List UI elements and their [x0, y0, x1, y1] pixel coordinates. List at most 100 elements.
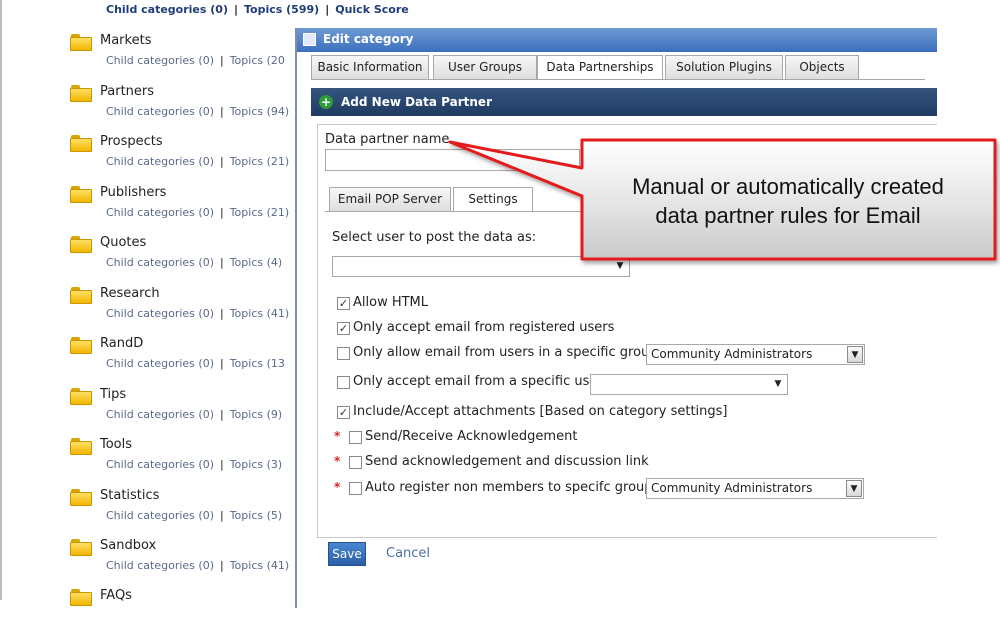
topics-link[interactable]: Topics (599): [244, 3, 319, 16]
auto-register-group-value: Community Administrators: [651, 481, 813, 495]
add-data-partner-header: + Add New Data Partner: [311, 88, 937, 116]
subtab-settings[interactable]: Settings: [453, 187, 533, 211]
category-meta: Child categories (0) | Topics (20: [106, 54, 285, 67]
specific-group-value: Community Administrators: [651, 347, 813, 361]
specific-group-checkbox[interactable]: [337, 347, 350, 360]
topics-link[interactable]: Topics (13: [230, 357, 285, 370]
category-name[interactable]: Tools: [100, 437, 132, 452]
data-partner-name-input[interactable]: [325, 149, 580, 171]
required-asterisk: *: [334, 480, 341, 494]
allow-html-checkbox[interactable]: ✓: [337, 297, 350, 310]
topics-link[interactable]: Topics (3): [230, 458, 282, 471]
category-item-quotes[interactable]: Quotes Child categories (0) | Topics (4): [70, 235, 300, 283]
topics-link[interactable]: Topics (41): [230, 307, 289, 320]
category-name[interactable]: Tips: [100, 387, 126, 402]
category-item-research[interactable]: Research Child categories (0) | Topics (41…: [70, 286, 300, 334]
tabs-divider: [311, 79, 925, 80]
tab-objects[interactable]: Objects: [785, 55, 859, 79]
topics-link[interactable]: Topics (20: [230, 54, 285, 67]
child-categories-link[interactable]: Child categories (0): [106, 155, 214, 168]
callout-text: Manual or automatically created data par…: [580, 172, 996, 230]
chevron-down-icon: ▼: [846, 480, 862, 497]
topics-link[interactable]: Topics (41): [230, 559, 289, 572]
child-categories-link[interactable]: Child categories (0): [106, 509, 214, 522]
category-item-sandbox[interactable]: Sandbox Child categories (0) | Topics (41): [70, 538, 300, 586]
category-name[interactable]: Quotes: [100, 235, 146, 250]
child-categories-link[interactable]: Child categories (0): [106, 559, 214, 572]
save-button[interactable]: Save: [328, 542, 366, 566]
tab-solution-plugins[interactable]: Solution Plugins: [665, 55, 783, 79]
page-left-border: [0, 0, 2, 600]
category-meta: Child categories (0) | Topics (3): [106, 458, 283, 471]
topics-link[interactable]: Topics (5): [230, 509, 282, 522]
allow-html-label: Allow HTML: [353, 295, 429, 310]
auto-register-checkbox[interactable]: [349, 482, 362, 495]
category-item-markets[interactable]: Markets Child categories (0) | Topics (20: [70, 33, 300, 81]
required-asterisk: *: [334, 429, 341, 443]
category-name[interactable]: Sandbox: [100, 538, 156, 553]
child-categories-link[interactable]: Child categories (0): [106, 54, 214, 67]
tab-basic-information[interactable]: Basic Information: [311, 55, 429, 79]
select-user-dropdown[interactable]: ▼: [332, 256, 630, 277]
only-registered-label: Only accept email from registered users: [353, 320, 615, 335]
section-title: Add New Data Partner: [341, 95, 492, 109]
category-name[interactable]: Research: [100, 286, 160, 301]
tab-data-partnerships[interactable]: Data Partnerships: [537, 55, 663, 80]
quick-score-link[interactable]: Quick Score: [335, 3, 409, 16]
attachments-checkbox[interactable]: ✓: [337, 406, 350, 419]
child-categories-link[interactable]: Child categories (0): [106, 256, 214, 269]
category-name[interactable]: Prospects: [100, 134, 163, 149]
topics-link[interactable]: Topics (21): [230, 206, 289, 219]
child-categories-link[interactable]: Child categories (0): [106, 357, 214, 370]
dialog-titlebar[interactable]: Edit category: [297, 28, 937, 52]
callout-line-2: data partner rules for Email: [655, 203, 921, 228]
send-ack-checkbox[interactable]: [349, 431, 362, 444]
child-categories-link[interactable]: Child categories (0): [106, 105, 214, 118]
folder-icon: [70, 589, 92, 606]
category-name[interactable]: Publishers: [100, 185, 166, 200]
add-icon: +: [319, 95, 333, 109]
auto-register-group-select[interactable]: Community Administrators ▼: [646, 478, 864, 499]
topics-link[interactable]: Topics (21): [230, 155, 289, 168]
specific-group-select[interactable]: Community Administrators ▼: [646, 344, 865, 365]
child-categories-link[interactable]: Child categories (0): [106, 408, 214, 421]
category-name[interactable]: Partners: [100, 84, 154, 99]
category-item-tips[interactable]: Tips Child categories (0) | Topics (9): [70, 387, 300, 435]
specific-user-checkbox[interactable]: [337, 376, 350, 389]
category-name[interactable]: Statistics: [100, 488, 159, 503]
topics-link[interactable]: Topics (94): [230, 105, 289, 118]
category-meta: Child categories (0) | Topics (41): [106, 307, 290, 320]
child-categories-link[interactable]: Child categories (0): [106, 458, 214, 471]
category-name[interactable]: RandD: [100, 336, 143, 351]
dialog-title: Edit category: [323, 32, 414, 46]
send-ack-link-checkbox[interactable]: [349, 456, 362, 469]
child-categories-link[interactable]: Child categories (0): [106, 206, 214, 219]
folder-icon: [70, 489, 92, 506]
category-item-partners[interactable]: Partners Child categories (0) | Topics (94…: [70, 84, 300, 132]
specific-user-select[interactable]: ▼: [590, 374, 788, 395]
folder-icon: [70, 287, 92, 304]
child-categories-link[interactable]: Child categories (0): [106, 307, 214, 320]
chevron-down-icon: ▼: [616, 261, 624, 271]
category-item-publishers[interactable]: Publishers Child categories (0) | Topics (…: [70, 185, 300, 233]
category-item-statistics[interactable]: Statistics Child categories (0) | Topics (…: [70, 488, 300, 536]
tab-user-groups[interactable]: User Groups: [433, 55, 537, 79]
category-name[interactable]: Markets: [100, 33, 151, 48]
category-item-faqs[interactable]: FAQs: [70, 588, 300, 636]
folder-icon: [70, 337, 92, 354]
category-name[interactable]: FAQs: [100, 588, 132, 603]
category-item-tools[interactable]: Tools Child categories (0) | Topics (3): [70, 437, 300, 485]
folder-icon: [70, 85, 92, 102]
child-categories-link[interactable]: Child categories (0): [106, 3, 228, 16]
category-meta: Child categories (0) | Topics (5): [106, 509, 283, 522]
link-separator: |: [233, 3, 239, 16]
topics-link[interactable]: Topics (9): [230, 408, 282, 421]
cancel-button[interactable]: Cancel: [386, 546, 430, 561]
category-item-randd[interactable]: RandD Child categories (0) | Topics (13: [70, 336, 300, 384]
category-item-prospects[interactable]: Prospects Child categories (0) | Topics (2…: [70, 134, 300, 182]
folder-icon: [70, 186, 92, 203]
subtab-email-pop-server[interactable]: Email POP Server: [329, 187, 451, 211]
topics-link[interactable]: Topics (4): [230, 256, 282, 269]
window-icon: [303, 33, 316, 46]
only-registered-checkbox[interactable]: ✓: [337, 322, 350, 335]
